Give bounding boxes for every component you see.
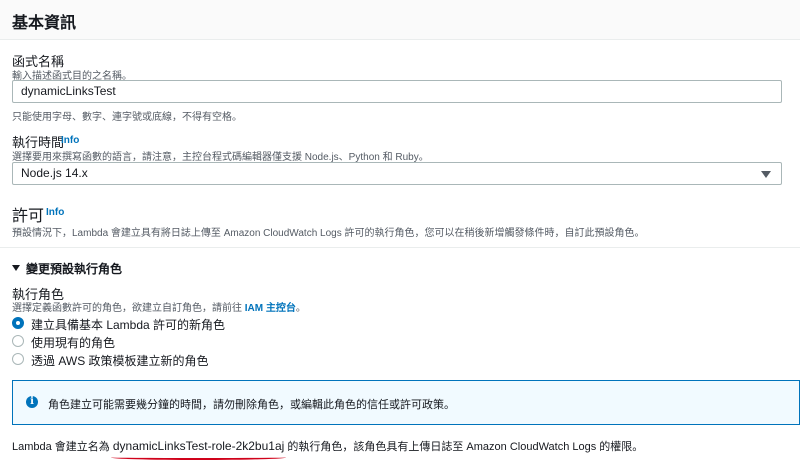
runtime-info-link[interactable]: Info: [61, 135, 79, 146]
radio-unchecked[interactable]: [12, 353, 24, 365]
red-underline-annotation: [110, 455, 287, 460]
runtime-value: Node.js 14.x: [21, 166, 88, 180]
permissions-title: 許可: [12, 208, 45, 225]
function-name-input[interactable]: dynamicLinksTest: [12, 80, 782, 103]
role-summary: Lambda 會建立名為 dynamicLinksTest-role-2k2bu…: [12, 438, 643, 460]
execution-role-description: 選擇定義函數許可的角色，欲建立自訂角色，請前往 IAM 主控台。: [12, 303, 306, 314]
function-name-hint: 只能使用字母、數字、連字號或底線，不得有空格。: [12, 112, 242, 123]
section-header: 基本資訊: [0, 0, 800, 40]
iam-console-link[interactable]: IAM 主控台: [245, 303, 296, 314]
permissions-description: 預設情況下，Lambda 會建立具有將日誌上傳至 Amazon CloudWat…: [12, 228, 645, 239]
function-name-value: dynamicLinksTest: [21, 84, 116, 98]
role-name: dynamicLinksTest-role-2k2bu1aj: [110, 439, 287, 460]
info-icon: i: [26, 396, 38, 408]
runtime-select[interactable]: Node.js 14.x: [12, 162, 782, 185]
role-option-existing[interactable]: 使用現有的角色: [12, 333, 312, 350]
role-option-policy-template[interactable]: 透過 AWS 政策模板建立新的角色: [12, 351, 312, 368]
role-option-new-basic[interactable]: 建立具備基本 Lambda 許可的新角色: [12, 315, 312, 332]
caret-down-icon: [761, 171, 771, 178]
info-alert: i 角色建立可能需要幾分鐘的時間，請勿刪除角色，或編輯此角色的信任或許可政策。: [12, 380, 800, 425]
change-role-toggle-label: 變更預設執行角色: [26, 262, 123, 276]
alert-text: 角色建立可能需要幾分鐘的時間，請勿刪除角色，或編輯此角色的信任或許可政策。: [48, 399, 455, 411]
role-option-label: 使用現有的角色: [31, 336, 116, 350]
section-title: 基本資訊: [12, 15, 77, 32]
role-option-label: 建立具備基本 Lambda 許可的新角色: [31, 318, 226, 332]
change-role-toggle[interactable]: 變更預設執行角色: [8, 258, 138, 276]
role-option-label: 透過 AWS 政策模板建立新的角色: [31, 354, 209, 368]
runtime-description: 選擇要用來撰寫函數的語言，請注意，主控台程式碼編輯器僅支援 Node.js、Py…: [12, 152, 429, 163]
permissions-info-link[interactable]: Info: [46, 207, 64, 218]
caret-down-icon: [12, 265, 20, 271]
radio-unchecked[interactable]: [12, 335, 24, 347]
divider: [0, 247, 800, 248]
radio-checked[interactable]: [12, 317, 24, 329]
